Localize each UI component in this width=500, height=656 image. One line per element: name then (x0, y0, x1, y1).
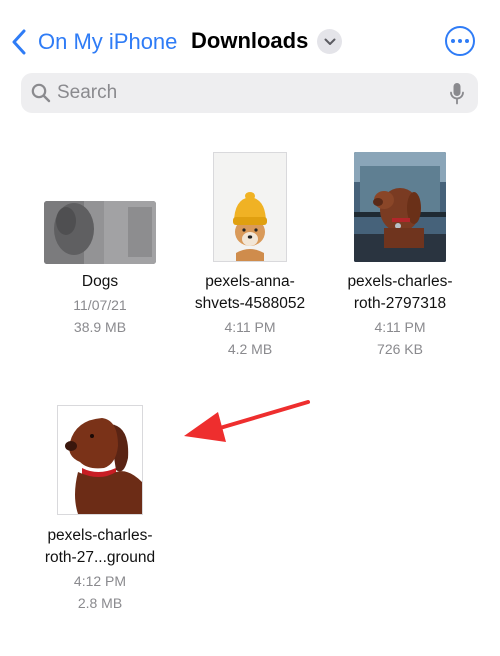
search-bar[interactable] (21, 73, 478, 113)
file-name: pexels-charles- (347, 273, 453, 290)
file-item-charles-roth-background-removed[interactable]: pexels-charles- roth-27...ground 4:12 PM… (30, 404, 170, 614)
annotation-arrow-icon (184, 400, 310, 442)
file-name: pexels-anna- (205, 273, 295, 290)
image-thumbnail (213, 152, 287, 262)
search-icon (31, 83, 51, 103)
image-thumbnail (354, 152, 446, 262)
page-title: Downloads (191, 28, 309, 53)
file-date: 4:11 PM (374, 319, 426, 335)
image-thumbnail (57, 405, 143, 515)
dog-with-yellow-hat-image (214, 153, 286, 261)
file-name-line2: roth-2797318 (353, 295, 447, 312)
file-date: 4:12 PM (73, 573, 127, 589)
file-size: 726 KB (377, 341, 423, 357)
more-button[interactable] (445, 26, 475, 56)
file-name: pexels-charles- (47, 527, 153, 544)
dog-cutout-image (58, 406, 142, 514)
navigation-bar: On My iPhone Downloads (0, 0, 500, 72)
folder-preview-image (44, 201, 156, 264)
title-menu-button[interactable] (317, 29, 342, 54)
file-date: 11/07/21 (73, 297, 127, 313)
file-size: 4.2 MB (227, 341, 273, 357)
file-name-line2: roth-27...ground (44, 549, 156, 566)
more-icon (451, 39, 455, 43)
file-size: 2.8 MB (77, 595, 123, 611)
file-item-anna-shvets[interactable]: pexels-anna- shvets-4588052 4:11 PM 4.2 … (180, 150, 320, 360)
back-button[interactable]: On My iPhone (38, 28, 177, 56)
search-input[interactable] (57, 73, 437, 113)
file-date: 4:11 PM (224, 319, 276, 335)
chevron-down-icon (324, 38, 335, 45)
file-name-line2: shvets-4588052 (194, 295, 306, 312)
file-item-dogs[interactable]: Dogs 11/07/21 38.9 MB (30, 150, 170, 340)
file-name: Dogs (81, 273, 119, 290)
mic-icon[interactable] (449, 82, 465, 105)
folder-thumbnail (44, 201, 156, 264)
back-chevron-icon[interactable] (11, 29, 27, 55)
dog-in-car-window-image (354, 152, 446, 262)
file-item-charles-roth-2797318[interactable]: pexels-charles- roth-2797318 4:11 PM 726… (330, 150, 470, 360)
file-size: 38.9 MB (73, 319, 127, 335)
